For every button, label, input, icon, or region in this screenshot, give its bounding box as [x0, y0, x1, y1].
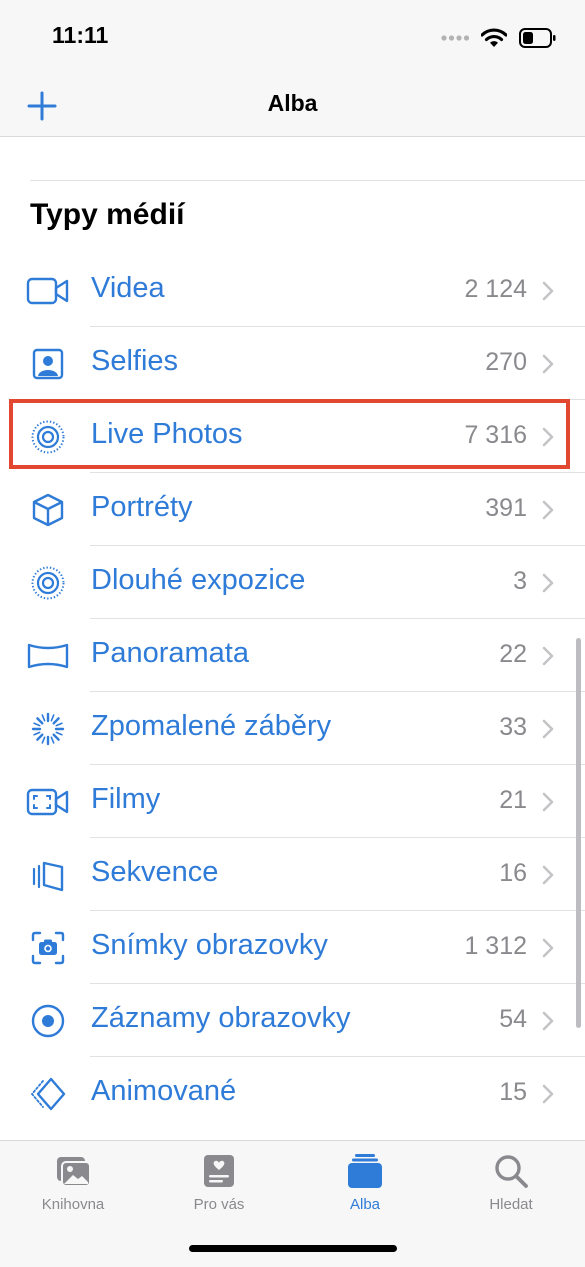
- navigation-bar: Alba: [0, 80, 585, 137]
- tab-pro-vas[interactable]: Pro vás: [159, 1151, 279, 1221]
- chevron-right-icon: [542, 354, 554, 374]
- media-type-row-zaznamy-obrazovky[interactable]: Záznamy obrazovky 54: [0, 984, 585, 1057]
- media-type-label: Live Photos: [91, 418, 243, 450]
- tab-label: Hledat: [489, 1196, 533, 1213]
- chevron-right-icon: [542, 500, 554, 520]
- screen-recording-icon: [26, 1002, 70, 1040]
- cinematic-camera-icon: [26, 783, 70, 821]
- media-type-count: 270: [485, 348, 527, 376]
- media-type-row-filmy[interactable]: Filmy 21: [0, 765, 585, 838]
- media-type-count: 33: [499, 713, 527, 741]
- chevron-right-icon: [542, 427, 554, 447]
- panorama-icon: [26, 637, 70, 675]
- media-type-label: Záznamy obrazovky: [91, 1002, 351, 1034]
- media-type-row-zpomalene-zabery[interactable]: Zpomalené záběry 33: [0, 692, 585, 765]
- chevron-right-icon: [542, 573, 554, 593]
- media-type-row-portrety[interactable]: Portréty 391: [0, 473, 585, 546]
- photo-library-icon: [57, 1157, 91, 1187]
- chevron-right-icon: [542, 938, 554, 958]
- chevron-right-icon: [542, 646, 554, 666]
- chevron-right-icon: [542, 865, 554, 885]
- media-type-label: Portréty: [91, 491, 193, 523]
- for-you-icon: [204, 1155, 234, 1187]
- wifi-icon: [481, 28, 507, 47]
- media-type-row-panoramata[interactable]: Panoramata 22: [0, 619, 585, 692]
- slow-motion-icon: [26, 710, 70, 748]
- status-bar: 11:11: [0, 0, 585, 80]
- media-type-count: 54: [499, 1005, 527, 1033]
- media-type-count: 22: [499, 640, 527, 668]
- media-type-row-dlouhe-expozice[interactable]: Dlouhé expozice 3: [0, 546, 585, 619]
- media-type-label: Sekvence: [91, 856, 219, 888]
- media-type-label: Snímky obrazovky: [91, 929, 328, 961]
- tab-label: Pro vás: [193, 1196, 245, 1213]
- tab-knihovna[interactable]: Knihovna: [13, 1151, 133, 1221]
- tab-alba[interactable]: Alba: [305, 1151, 425, 1221]
- tab-label: Alba: [349, 1196, 381, 1213]
- media-type-row-sekvence[interactable]: Sekvence 16: [0, 838, 585, 911]
- screenshot-icon: [26, 929, 70, 967]
- tab-label: Knihovna: [41, 1196, 105, 1213]
- chevron-right-icon: [542, 1011, 554, 1031]
- media-type-count: 1 312: [464, 932, 527, 960]
- chevron-right-icon: [542, 719, 554, 739]
- animated-icon: [26, 1075, 70, 1113]
- media-type-row-live-photos[interactable]: Live Photos 7 316: [0, 400, 585, 473]
- live-photo-icon: [26, 418, 70, 456]
- scroll-indicator[interactable]: [576, 638, 581, 1028]
- battery-icon: [519, 28, 556, 48]
- home-indicator[interactable]: [189, 1245, 397, 1252]
- media-type-label: Filmy: [91, 783, 161, 815]
- media-type-row-animovane[interactable]: Animované 15: [0, 1057, 585, 1130]
- media-type-row-selfies[interactable]: Selfies 270: [0, 327, 585, 400]
- media-type-label: Selfies: [91, 345, 179, 377]
- divider: [30, 180, 585, 181]
- status-time: 11:11: [52, 22, 109, 48]
- media-type-count: 7 316: [464, 421, 527, 449]
- media-type-label: Dlouhé expozice: [91, 564, 306, 596]
- cellular-signal-icon: [441, 35, 469, 41]
- section-title: Typy médií: [30, 198, 185, 231]
- search-icon: [495, 1155, 528, 1188]
- page-title: Alba: [267, 90, 318, 116]
- status-icons: [441, 24, 557, 52]
- cube-icon: [26, 491, 70, 529]
- media-type-count: 21: [499, 786, 527, 814]
- media-type-label: Videa: [91, 272, 165, 304]
- long-exposure-icon: [26, 564, 70, 602]
- media-type-count: 2 124: [464, 275, 527, 303]
- media-type-count: 3: [513, 567, 527, 595]
- chevron-right-icon: [542, 281, 554, 301]
- chevron-right-icon: [542, 792, 554, 812]
- selfie-portrait-icon: [26, 345, 70, 383]
- tab-hledat[interactable]: Hledat: [451, 1151, 571, 1221]
- media-type-row-snimky-obrazovky[interactable]: Snímky obrazovky 1 312: [0, 911, 585, 984]
- chevron-right-icon: [542, 1084, 554, 1104]
- media-type-label: Animované: [91, 1075, 237, 1107]
- media-type-count: 391: [485, 494, 527, 522]
- media-type-count: 16: [499, 859, 527, 887]
- video-camera-icon: [26, 272, 70, 310]
- media-types-list: Videa 2 124 Selfies 270 Live Photos 7 31…: [0, 254, 585, 1130]
- burst-icon: [26, 856, 70, 894]
- media-type-row-videa[interactable]: Videa 2 124: [0, 254, 585, 327]
- media-type-label: Zpomalené záběry: [91, 710, 332, 742]
- albums-icon: [348, 1154, 382, 1188]
- media-type-count: 15: [499, 1078, 527, 1106]
- media-type-label: Panoramata: [91, 637, 249, 669]
